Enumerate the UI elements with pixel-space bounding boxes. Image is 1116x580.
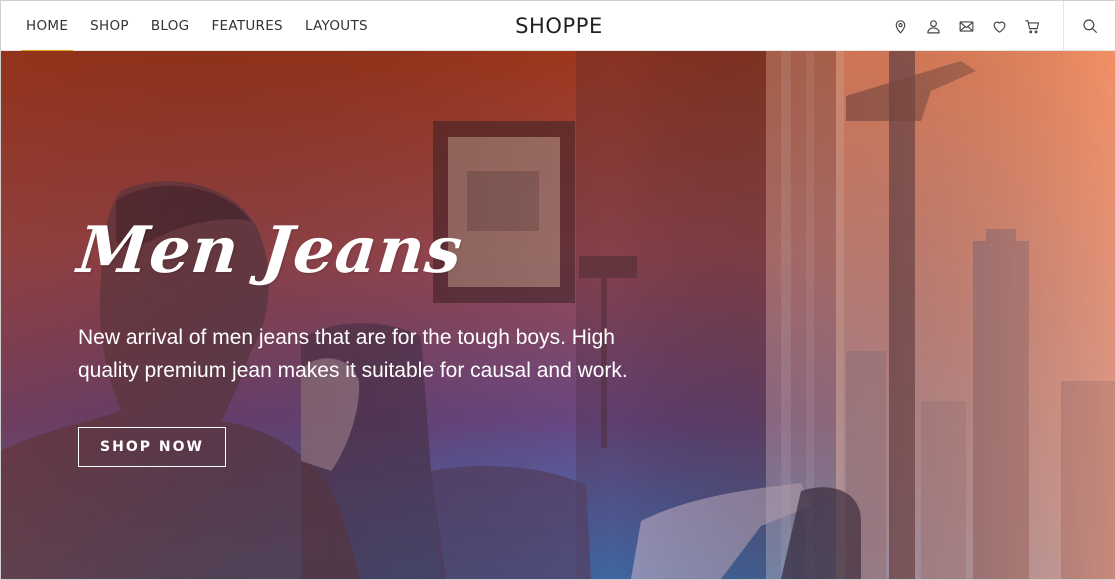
hero-banner: Men Jeans New arrival of men jeans that … [1, 51, 1115, 579]
nav-blog[interactable]: BLOG [140, 1, 201, 51]
hero-description: New arrival of men jeans that are for th… [78, 326, 628, 382]
hero-title: Men Jeans [74, 213, 467, 288]
site-header: HOME SHOP BLOG FEATURES LAYOUTS SHOPPE [1, 1, 1115, 52]
header-icons [884, 1, 1049, 51]
mail-icon[interactable] [950, 1, 983, 51]
user-icon[interactable] [917, 1, 950, 51]
main-nav: HOME SHOP BLOG FEATURES LAYOUTS [15, 1, 379, 52]
cart-icon[interactable] [1016, 1, 1049, 51]
search-icon[interactable] [1063, 1, 1115, 51]
browser-frame: HOME SHOP BLOG FEATURES LAYOUTS SHOPPE M… [0, 0, 1116, 580]
nav-features[interactable]: FEATURES [200, 1, 294, 51]
shop-now-button[interactable]: SHOP NOW [78, 427, 226, 467]
nav-shop[interactable]: SHOP [79, 1, 140, 51]
hero-content: Men Jeans New arrival of men jeans that … [74, 213, 698, 467]
nav-layouts[interactable]: LAYOUTS [294, 1, 379, 51]
location-pin-icon[interactable] [884, 1, 917, 51]
brand-logo[interactable]: SHOPPE [501, 1, 617, 51]
nav-home[interactable]: HOME [15, 1, 79, 52]
heart-icon[interactable] [983, 1, 1016, 51]
